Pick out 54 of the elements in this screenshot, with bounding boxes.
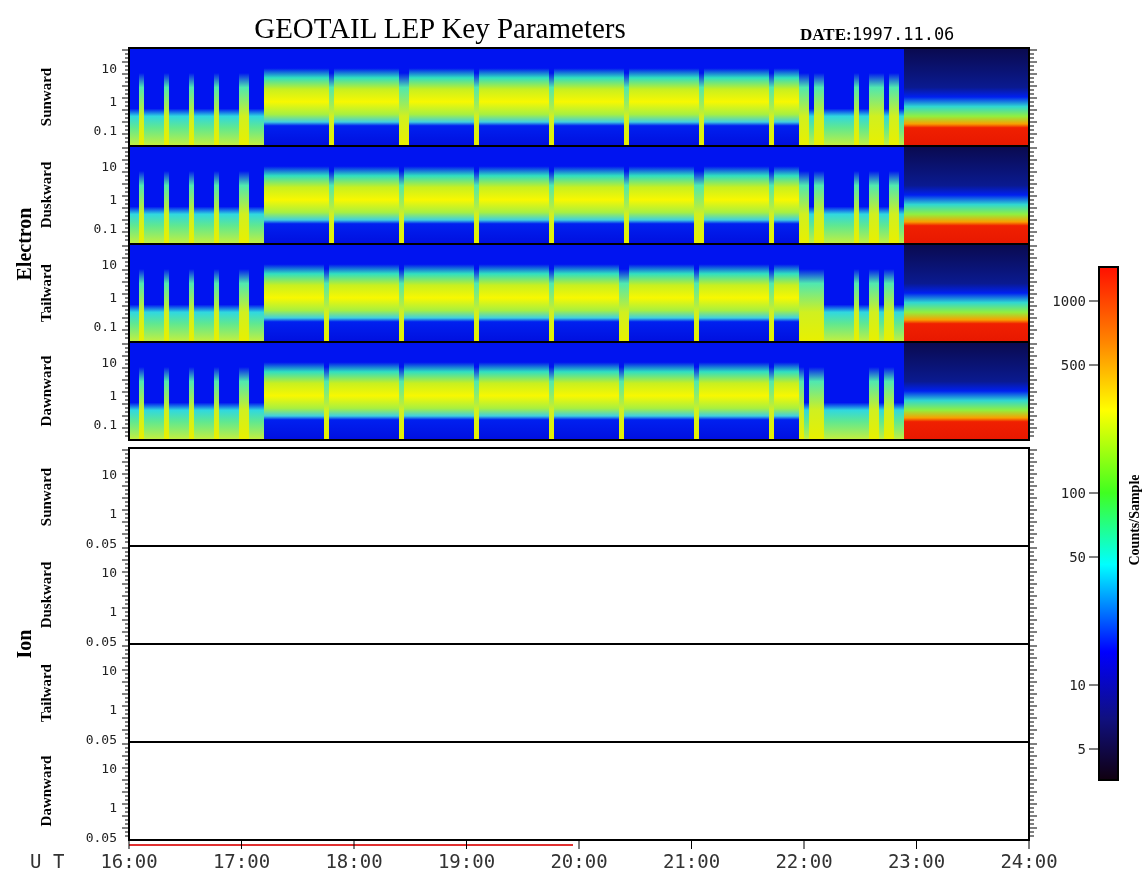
y-tick-label: 10 — [101, 355, 117, 370]
y-tick-label: 1 — [109, 192, 117, 207]
color-scale-label: 5 — [1077, 741, 1086, 757]
y-tick-label: 0.05 — [85, 830, 117, 845]
y-tick-label: 0.1 — [93, 221, 117, 236]
color-scale-label: 500 — [1060, 357, 1086, 373]
x-tick-label: 23:00 — [887, 850, 946, 872]
chart-title: GEOTAIL LEP Key Parameters — [254, 12, 626, 44]
x-tick-label: 18:00 — [325, 850, 383, 872]
color-scale-label: 1000 — [1052, 293, 1086, 309]
group-label: Electron — [13, 207, 35, 281]
color-scale-title: Counts/Sample — [1127, 474, 1142, 566]
y-tick-label: 1 — [109, 506, 117, 521]
y-tick-label: 10 — [101, 565, 117, 580]
date-value: 1997.11.06 — [852, 24, 955, 44]
x-tick-label: 16:00 — [100, 850, 158, 872]
y-tick-label: 10 — [101, 761, 117, 776]
panel-label: Sunward — [38, 467, 54, 527]
y-tick-label: 1 — [109, 800, 117, 815]
color-scale-label: 10 — [1069, 677, 1086, 693]
panel-label: Tailward — [38, 664, 54, 722]
panel-label: Duskward — [38, 161, 54, 229]
y-tick-label: 10 — [101, 159, 117, 174]
y-tick-label: 10 — [101, 257, 117, 272]
y-tick-label: 10 — [101, 663, 117, 678]
x-axis-label: U T — [30, 850, 65, 872]
color-scale-label: 100 — [1060, 485, 1086, 501]
y-tick-label: 1 — [109, 290, 117, 305]
date-label: DATE: — [800, 25, 852, 44]
y-tick-label: 0.1 — [93, 123, 117, 138]
y-tick-label: 1 — [109, 604, 117, 619]
y-tick-label: 10 — [101, 467, 117, 482]
y-tick-label: 0.1 — [93, 417, 117, 432]
x-tick-label: 22:00 — [775, 850, 833, 872]
y-tick-label: 0.05 — [85, 732, 117, 747]
panel-label: Tailward — [38, 264, 54, 322]
panel-label: Dawnward — [38, 355, 54, 427]
color-scale-label: 50 — [1069, 549, 1086, 565]
panel-label: Duskward — [38, 561, 54, 629]
y-tick-label: 1 — [109, 94, 117, 109]
x-tick-label: 21:00 — [662, 850, 721, 872]
y-tick-label: 0.05 — [85, 634, 117, 649]
x-tick-label: 17:00 — [212, 850, 271, 872]
y-tick-label: 0.05 — [85, 536, 117, 551]
x-tick-label: 19:00 — [437, 850, 496, 872]
y-tick-label: 0.1 — [93, 319, 117, 334]
y-tick-label: 1 — [109, 388, 117, 403]
x-tick-label: 20:00 — [550, 850, 608, 872]
panel-label: Dawnward — [38, 755, 54, 827]
panel-label: Sunward — [38, 67, 54, 127]
x-tick-label: 24:00 — [1000, 850, 1058, 872]
group-label: Ion — [13, 629, 35, 659]
y-tick-label: 10 — [101, 61, 117, 76]
y-tick-label: 1 — [109, 702, 117, 717]
